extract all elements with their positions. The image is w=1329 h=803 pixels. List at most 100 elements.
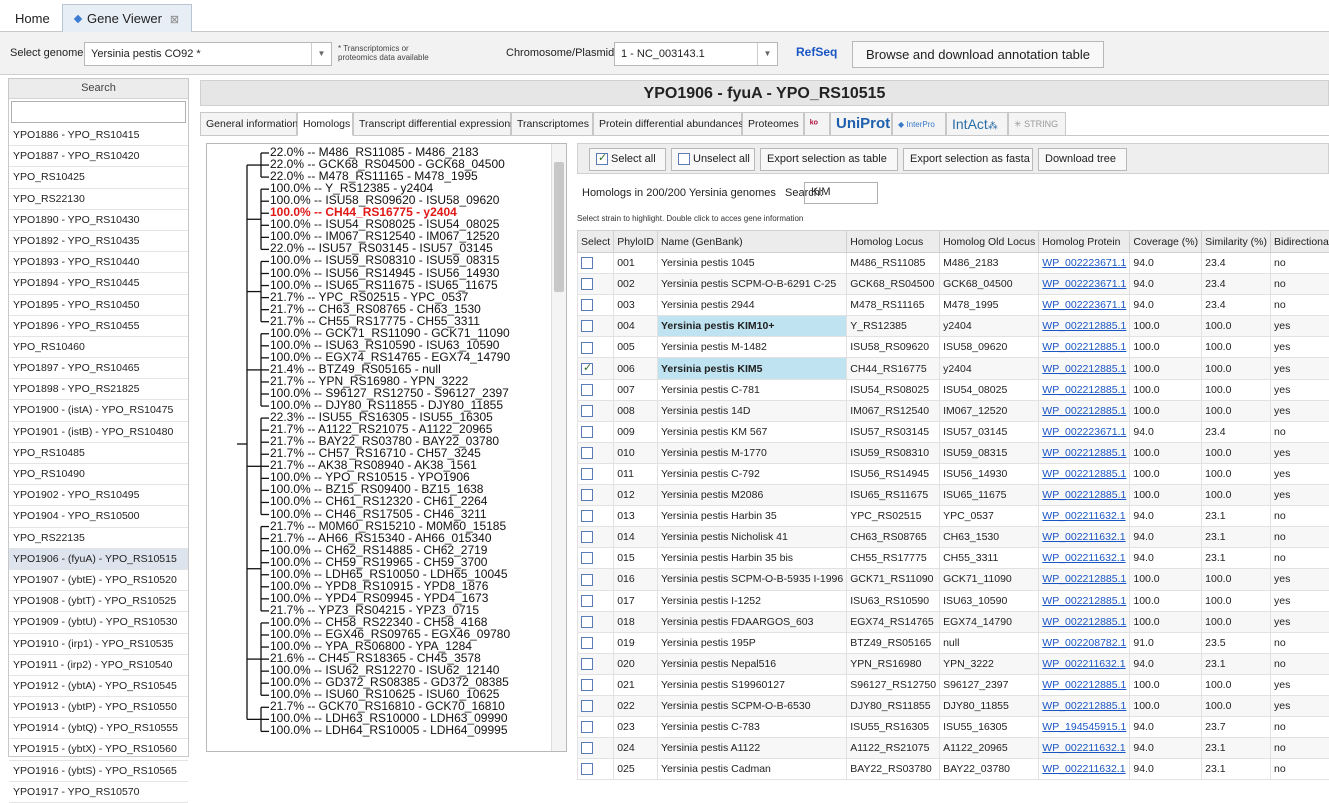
row-select-cell[interactable] xyxy=(578,548,614,569)
table-row[interactable]: 002Yersinia pestis SCPM-O-B-6291 C-25GCK… xyxy=(578,274,1329,295)
genome-select[interactable]: Yersinia pestis CO92 * ▼ xyxy=(84,42,332,66)
gene-list-item[interactable]: YPO1916 - (ybtS) - YPO_RS10565 xyxy=(9,761,188,782)
protein-cell[interactable]: WP_002212885.1 xyxy=(1039,611,1130,632)
row-checkbox[interactable] xyxy=(581,468,593,480)
protein-cell[interactable]: WP_002208782.1 xyxy=(1039,632,1130,653)
protein-link[interactable]: WP_002212885.1 xyxy=(1042,341,1126,353)
protein-cell[interactable]: WP_002212885.1 xyxy=(1039,674,1130,695)
protein-cell[interactable]: WP_002211632.1 xyxy=(1039,653,1130,674)
tree-scroll-thumb[interactable] xyxy=(554,162,564,292)
protein-link[interactable]: WP_002211632.1 xyxy=(1042,510,1125,522)
protein-link[interactable]: WP_002212885.1 xyxy=(1042,489,1126,501)
gene-list-item[interactable]: YPO1896 - YPO_RS10455 xyxy=(9,316,188,337)
protein-link[interactable]: WP_194545915.1 xyxy=(1042,721,1126,733)
tree-leaf[interactable]: 100.0% -- YPD8_RS10915 - YPD8_1876 xyxy=(270,580,488,592)
gene-list-item[interactable]: YPO1904 - YPO_RS10500 xyxy=(9,506,188,527)
protein-cell[interactable]: WP_002212885.1 xyxy=(1039,337,1130,358)
protein-cell[interactable]: WP_002211632.1 xyxy=(1039,506,1130,527)
tree-leaf[interactable]: 21.7% -- CH63_RS08765 - CH63_1530 xyxy=(270,303,481,315)
column-header[interactable]: Name (GenBank) xyxy=(657,231,846,253)
table-row[interactable]: 020Yersinia pestis Nepal516YPN_RS16980YP… xyxy=(578,653,1329,674)
tree-leaf[interactable]: 21.7% -- AH66_RS15340 - AH66_015340 xyxy=(270,532,492,544)
gene-list-item[interactable]: YPO1902 - YPO_RS10495 xyxy=(9,485,188,506)
table-row[interactable]: 004Yersinia pestis KIM10+Y_RS12385y2404W… xyxy=(578,316,1329,337)
refseq-link[interactable]: RefSeq xyxy=(796,45,837,59)
protein-cell[interactable]: WP_002212885.1 xyxy=(1039,400,1130,421)
table-row[interactable]: 022Yersinia pestis SCPM-O-B-6530DJY80_RS… xyxy=(578,695,1329,716)
tab-homologs[interactable]: Homologs xyxy=(297,112,353,136)
row-checkbox[interactable] xyxy=(581,489,593,501)
protein-link[interactable]: WP_002212885.1 xyxy=(1042,384,1126,396)
protein-cell[interactable]: WP_002211632.1 xyxy=(1039,548,1130,569)
table-row[interactable]: 013Yersinia pestis Harbin 35YPC_RS02515Y… xyxy=(578,506,1329,527)
close-tab-icon[interactable]: ⊠ xyxy=(170,14,179,26)
row-checkbox[interactable] xyxy=(581,447,593,459)
row-select-cell[interactable] xyxy=(578,421,614,442)
protein-link[interactable]: WP_002223671.1 xyxy=(1042,278,1126,290)
row-select-cell[interactable] xyxy=(578,569,614,590)
protein-link[interactable]: WP_002212885.1 xyxy=(1042,679,1126,691)
protein-link[interactable]: WP_002223671.1 xyxy=(1042,257,1126,269)
gene-list-item[interactable]: YPO1892 - YPO_RS10435 xyxy=(9,231,188,252)
tab-home[interactable]: Home xyxy=(2,4,63,32)
tree-leaf[interactable]: 21.7% -- YPC_RS02515 - YPC_0537 xyxy=(270,291,468,303)
row-select-cell[interactable] xyxy=(578,506,614,527)
column-header[interactable]: PhyloID xyxy=(614,231,658,253)
tree-leaf[interactable]: 100.0% -- GCK71_RS11090 - GCK71_11090 xyxy=(270,327,510,339)
gene-list-item[interactable]: YPO_RS10485 xyxy=(9,443,188,464)
protein-link[interactable]: WP_002212885.1 xyxy=(1042,405,1126,417)
gene-list-item[interactable]: YPO1897 - YPO_RS10465 xyxy=(9,358,188,379)
tree-leaf[interactable]: 100.0% -- CH61_RS12320 - CH61_2264 xyxy=(270,495,487,507)
download-tree-button[interactable]: Download tree xyxy=(1038,148,1127,171)
protein-cell[interactable]: WP_002212885.1 xyxy=(1039,316,1130,337)
table-row[interactable]: 016Yersinia pestis SCPM-O-B-5935 I-1996G… xyxy=(578,569,1329,590)
tree-leaf[interactable]: 100.0% -- ISU56_RS14945 - ISU56_14930 xyxy=(270,267,499,279)
row-select-cell[interactable] xyxy=(578,695,614,716)
tree-leaf[interactable]: 100.0% -- LDH65_RS10050 - LDH65_10045 xyxy=(270,568,508,580)
gene-list-item[interactable]: YPO1893 - YPO_RS10440 xyxy=(9,252,188,273)
gene-list-item[interactable]: YPO_RS10425 xyxy=(9,167,188,188)
row-checkbox[interactable] xyxy=(581,763,593,775)
tab-proteomes[interactable]: Proteomes xyxy=(742,112,804,136)
table-row[interactable]: 009Yersinia pestis KM 567ISU57_RS03145IS… xyxy=(578,421,1329,442)
protein-link[interactable]: WP_002211632.1 xyxy=(1042,742,1125,754)
tree-leaf[interactable]: 100.0% -- CH59_RS19965 - CH59_3700 xyxy=(270,556,487,568)
select-all-button[interactable]: Select all xyxy=(589,148,666,171)
table-row[interactable]: 011Yersinia pestis C-792ISU56_RS14945ISU… xyxy=(578,463,1329,484)
protein-cell[interactable]: WP_002212885.1 xyxy=(1039,442,1130,463)
homolog-search-input[interactable]: KIM xyxy=(804,182,878,204)
gene-list-item[interactable]: YPO1898 - YPO_RS21825 xyxy=(9,379,188,400)
gene-list-item[interactable]: YPO1894 - YPO_RS10445 xyxy=(9,273,188,294)
row-select-cell[interactable] xyxy=(578,632,614,653)
row-select-cell[interactable] xyxy=(578,674,614,695)
tab-transcript-differential[interactable]: Transcript differential expressions xyxy=(353,112,511,136)
gene-list-item[interactable]: YPO1910 - (irp1) - YPO_RS10535 xyxy=(9,634,188,655)
row-checkbox[interactable] xyxy=(581,531,593,543)
tree-scrollbar[interactable] xyxy=(551,144,566,751)
protein-cell[interactable]: WP_002211632.1 xyxy=(1039,759,1130,780)
column-header[interactable]: Homolog Locus xyxy=(847,231,940,253)
row-select-cell[interactable] xyxy=(578,653,614,674)
protein-link[interactable]: WP_002211632.1 xyxy=(1042,658,1125,670)
protein-link[interactable]: WP_002211632.1 xyxy=(1042,552,1125,564)
row-select-cell[interactable] xyxy=(578,759,614,780)
gene-list-item[interactable]: YPO1909 - (ybtU) - YPO_RS10530 xyxy=(9,612,188,633)
gene-list-item[interactable]: YPO1908 - (ybtT) - YPO_RS10525 xyxy=(9,591,188,612)
protein-link[interactable]: WP_002211632.1 xyxy=(1042,531,1125,543)
table-row[interactable]: 003Yersinia pestis 2944M478_RS11165M478_… xyxy=(578,295,1329,316)
gene-list-item[interactable]: YPO1917 - YPO_RS10570 xyxy=(9,782,188,803)
row-select-cell[interactable] xyxy=(578,316,614,337)
chromosome-select[interactable]: 1 - NC_003143.1 ▼ xyxy=(614,42,778,66)
protein-cell[interactable]: WP_002211632.1 xyxy=(1039,527,1130,548)
table-row[interactable]: 023Yersinia pestis C-783ISU55_RS16305ISU… xyxy=(578,717,1329,738)
tab-protein-differential[interactable]: Protein differential abundances xyxy=(593,112,742,136)
row-checkbox[interactable] xyxy=(581,637,593,649)
row-checkbox[interactable] xyxy=(581,257,593,269)
tab-transcriptomes[interactable]: Transcriptomes xyxy=(511,112,593,136)
row-select-cell[interactable] xyxy=(578,295,614,316)
tree-leaf[interactable]: 100.0% -- CH46_RS17505 - CH46_3211 xyxy=(270,508,487,520)
gene-list-item[interactable]: YPO1886 - YPO_RS10415 xyxy=(9,125,188,146)
protein-cell[interactable]: WP_002212885.1 xyxy=(1039,379,1130,400)
row-checkbox[interactable] xyxy=(581,616,593,628)
protein-link[interactable]: WP_002211632.1 xyxy=(1042,763,1125,775)
